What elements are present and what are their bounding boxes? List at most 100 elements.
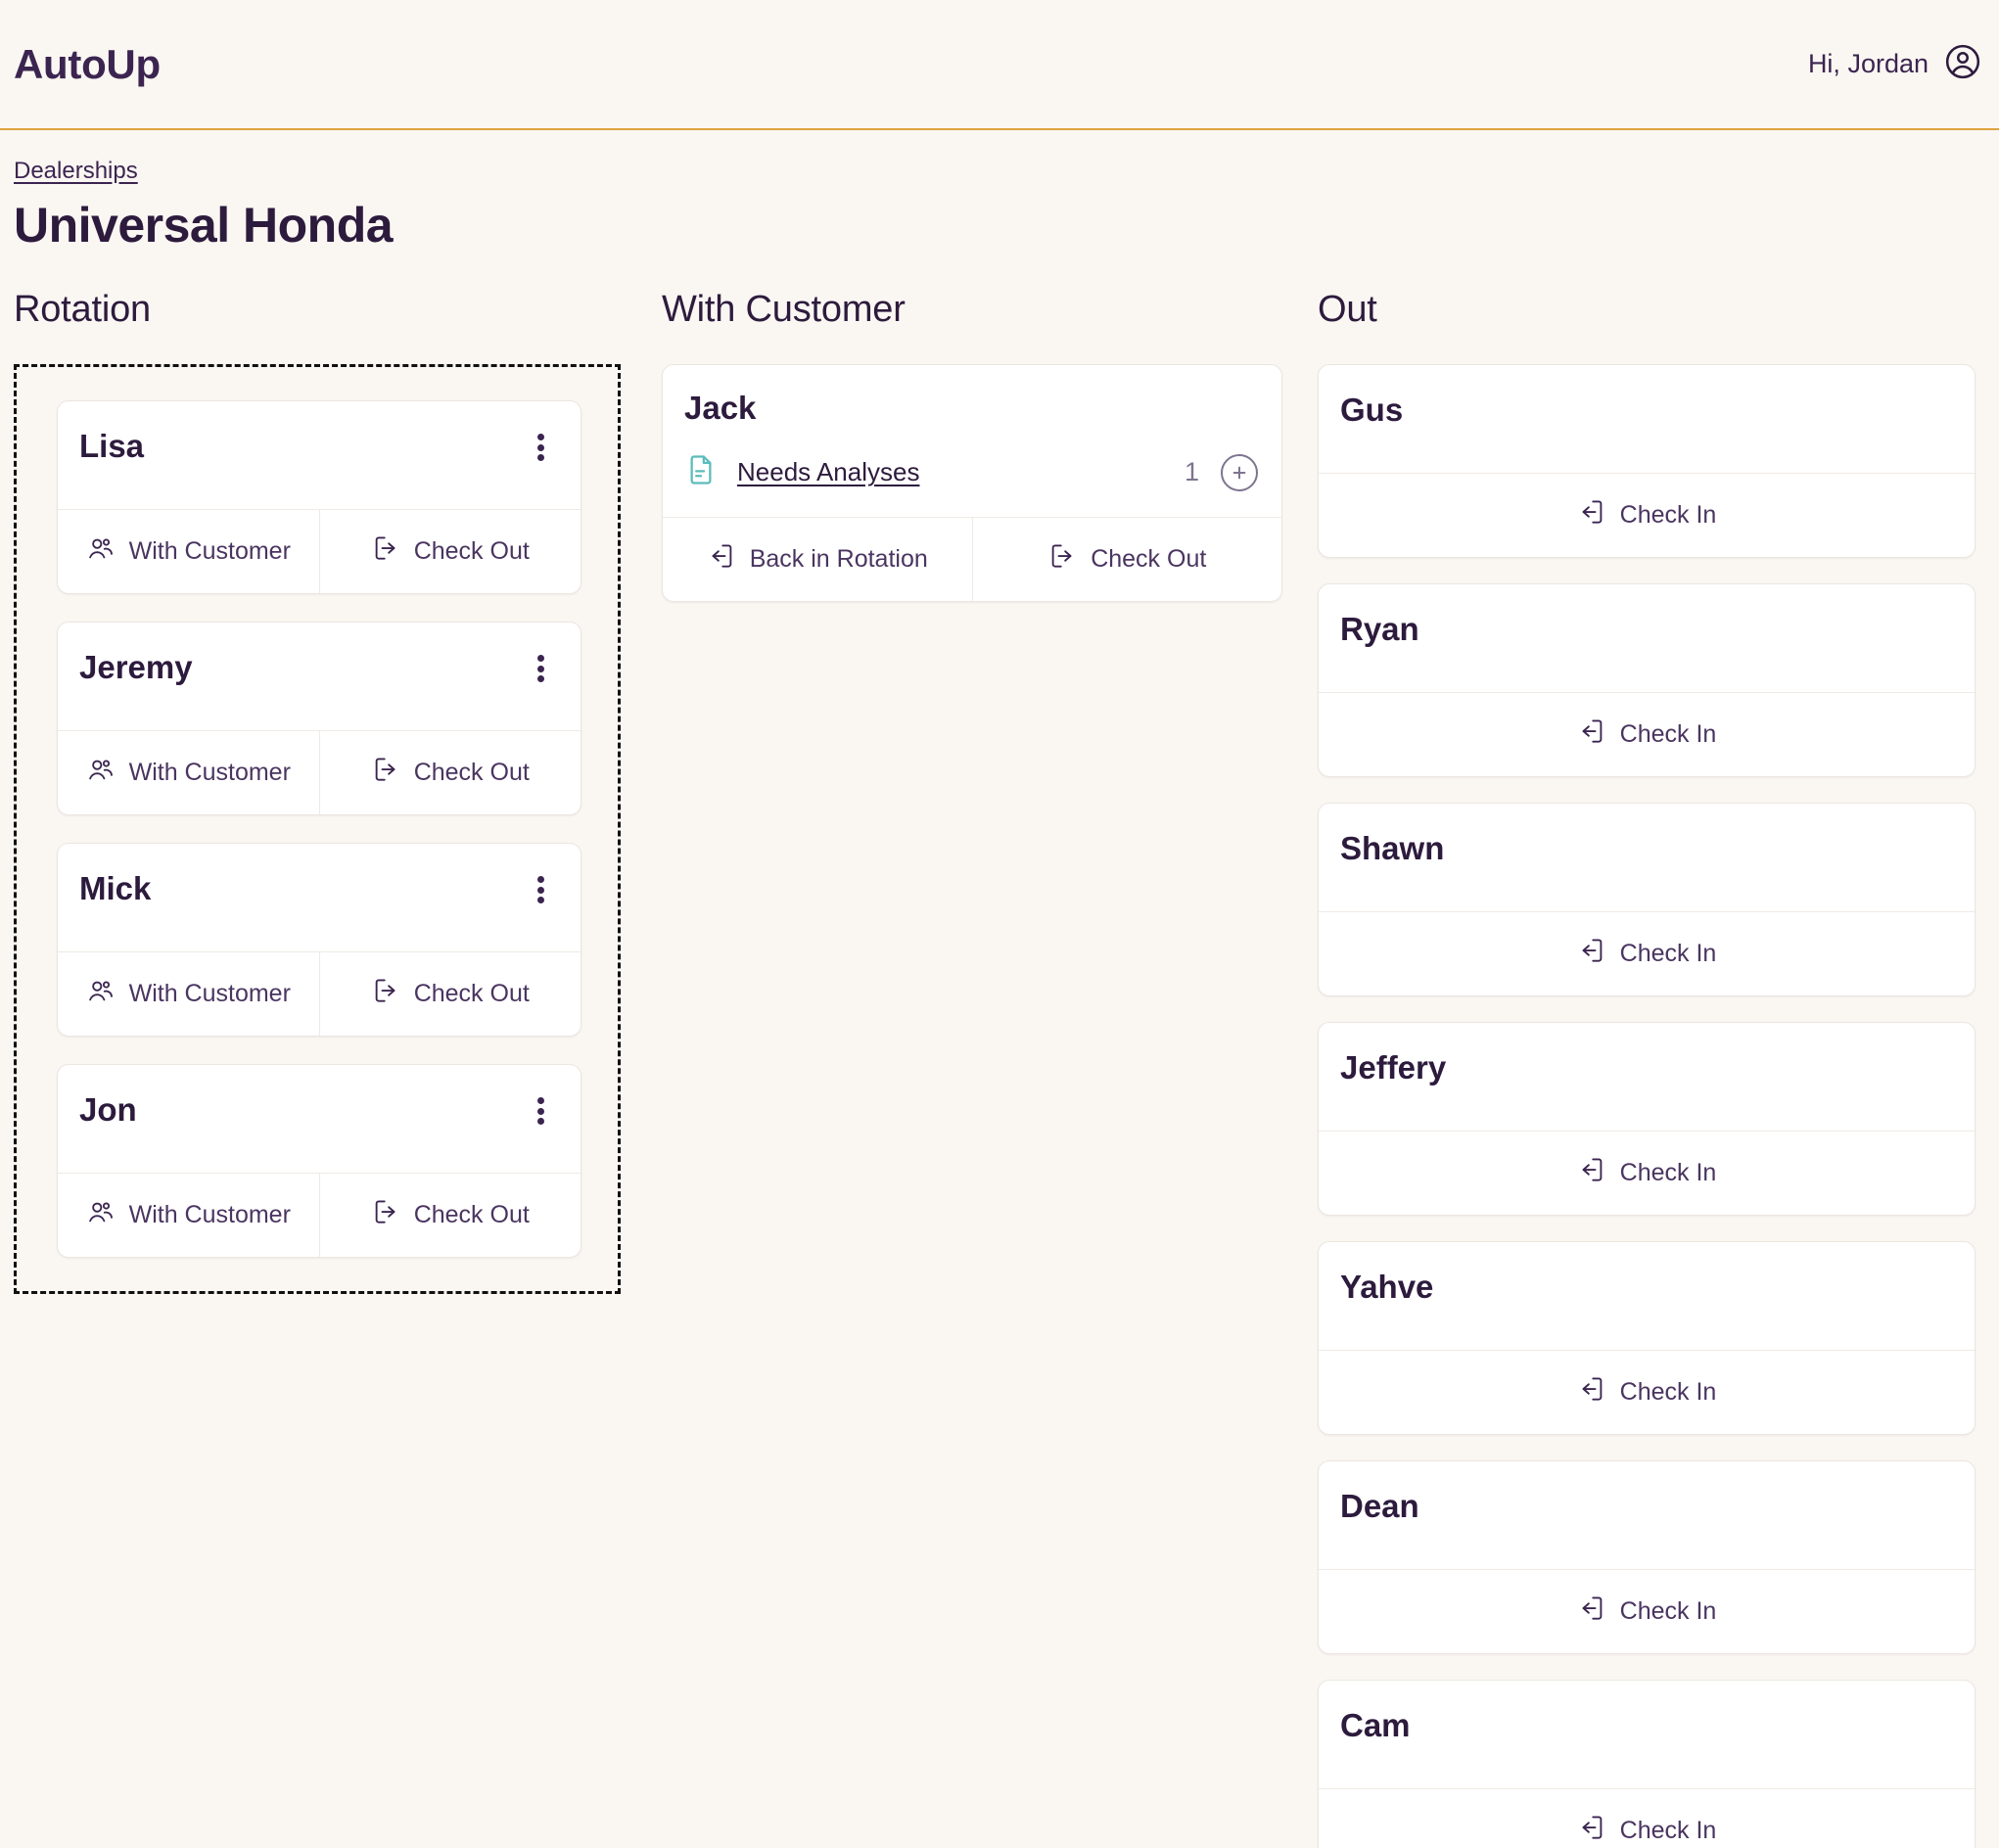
check-out-button[interactable]: Check Out (318, 510, 581, 593)
kebab-menu-icon[interactable] (526, 429, 555, 466)
card-actions: With Customer Check Out (58, 951, 581, 1036)
card-body: Cam (1319, 1681, 1975, 1788)
card-body: Jeffery (1319, 1023, 1975, 1131)
column-title-rotation: Rotation (14, 289, 151, 330)
card-body: Lisa (58, 401, 581, 509)
user-menu[interactable]: Hi, Jordan (1808, 43, 1981, 85)
check-in-button[interactable]: Check In (1319, 693, 1975, 776)
check-in-button[interactable]: Check In (1319, 1351, 1975, 1434)
check-out-label: Check Out (413, 980, 530, 1007)
person-name: Mick (79, 870, 152, 906)
plus-circle-icon[interactable] (1221, 453, 1258, 491)
enter-left-icon (1577, 1594, 1606, 1630)
check-out-label: Check Out (1091, 545, 1207, 574)
check-out-label: Check Out (413, 537, 530, 565)
card-actions: Check In (1319, 1131, 1975, 1215)
card-body: Shawn (1319, 804, 1975, 911)
page-header: Dealerships Universal Honda (0, 130, 1999, 254)
kebab-dot (536, 443, 544, 451)
rotation-card[interactable]: Jon With Customer Check Out (57, 1064, 581, 1258)
out-card[interactable]: Gus Check In (1318, 364, 1976, 558)
kebab-dot (536, 1097, 544, 1104)
person-name: Jack (684, 390, 757, 426)
with-customer-label: With Customer (128, 759, 291, 786)
person-name: Shawn (1340, 830, 1445, 866)
enter-left-icon (1577, 1374, 1606, 1410)
rotation-card[interactable]: Lisa With Customer Check Out (57, 400, 581, 594)
card-body: Yahve (1319, 1242, 1975, 1350)
check-out-button[interactable]: Check Out (318, 731, 581, 814)
with-customer-button[interactable]: With Customer (58, 952, 319, 1036)
enter-left-icon (1577, 936, 1606, 972)
with-customer-button[interactable]: With Customer (58, 731, 319, 814)
card-actions: Back in Rotation Check Out (663, 517, 1282, 602)
kebab-dot (536, 454, 544, 461)
card-header: Mick (79, 870, 555, 908)
card-body: Mick (58, 844, 581, 951)
check-in-button[interactable]: Check In (1319, 1132, 1975, 1215)
kebab-dot (536, 886, 544, 894)
card-body: Jeremy (58, 623, 581, 730)
check-out-button[interactable]: Check Out (318, 952, 581, 1036)
user-circle-icon[interactable] (1944, 43, 1981, 85)
kebab-dot (536, 897, 544, 903)
app-brand-logo[interactable]: AutoUp (14, 41, 161, 88)
out-card[interactable]: Ryan Check In (1318, 583, 1976, 777)
card-actions: Check In (1319, 1788, 1975, 1848)
people-icon (86, 533, 116, 570)
check-in-label: Check In (1619, 720, 1717, 748)
enter-left-icon (1577, 716, 1606, 753)
out-card[interactable]: Dean Check In (1318, 1460, 1976, 1654)
with-customer-card[interactable]: Jack Needs Analyses 1 Back in Rotation C… (662, 364, 1282, 603)
kebab-dot (536, 876, 544, 883)
person-name: Yahve (1340, 1269, 1434, 1305)
check-in-button[interactable]: Check In (1319, 474, 1975, 557)
check-in-button[interactable]: Check In (1319, 1570, 1975, 1653)
rotation-dropzone[interactable]: Lisa With Customer Check Out Jeremy With… (14, 364, 621, 1294)
out-card[interactable]: Shawn Check In (1318, 803, 1976, 996)
card-actions: Check In (1319, 692, 1975, 776)
card-actions: Check In (1319, 473, 1975, 557)
exit-right-icon (371, 533, 400, 570)
exit-right-icon (371, 976, 400, 1012)
check-out-button[interactable]: Check Out (971, 518, 1282, 602)
breadcrumb-dealerships[interactable]: Dealerships (14, 158, 138, 185)
exit-right-icon (371, 755, 400, 791)
enter-left-icon (1577, 1155, 1606, 1191)
rotation-card[interactable]: Mick With Customer Check Out (57, 843, 581, 1037)
document-icon (684, 453, 718, 491)
check-in-label: Check In (1619, 1159, 1717, 1186)
kebab-menu-icon[interactable] (526, 871, 555, 908)
column-title-with-customer: With Customer (662, 289, 906, 330)
kebab-dot (536, 675, 544, 682)
card-body: Dean (1319, 1461, 1975, 1569)
check-out-label: Check Out (413, 759, 530, 786)
kebab-dot (536, 655, 544, 662)
rotation-card[interactable]: Jeremy With Customer Check Out (57, 622, 581, 815)
card-header: Jon (79, 1091, 555, 1130)
check-in-label: Check In (1619, 1378, 1717, 1406)
check-in-label: Check In (1619, 1817, 1717, 1844)
with-customer-button[interactable]: With Customer (58, 510, 319, 593)
card-actions: With Customer Check Out (58, 730, 581, 814)
check-in-button[interactable]: Check In (1319, 912, 1975, 995)
kebab-menu-icon[interactable] (526, 1092, 555, 1130)
out-card[interactable]: Cam Check In (1318, 1680, 1976, 1848)
out-card[interactable]: Jeffery Check In (1318, 1022, 1976, 1216)
person-name: Lisa (79, 428, 145, 464)
kebab-menu-icon[interactable] (526, 650, 555, 687)
exit-right-icon (371, 1197, 400, 1233)
check-in-label: Check In (1619, 940, 1717, 967)
person-name: Dean (1340, 1488, 1419, 1524)
back-in-rotation-button[interactable]: Back in Rotation (663, 518, 972, 601)
people-icon (86, 1197, 116, 1233)
card-body: Gus (1319, 365, 1975, 473)
check-in-button[interactable]: Check In (1319, 1789, 1975, 1848)
needs-analyses-link[interactable]: Needs Analyses (737, 457, 919, 487)
person-name: Ryan (1340, 611, 1419, 647)
check-out-button[interactable]: Check Out (318, 1174, 581, 1257)
out-card[interactable]: Yahve Check In (1318, 1241, 1976, 1435)
person-name: Cam (1340, 1707, 1411, 1743)
column-out: Out Gus Check In Ryan Check In Shawn Che… (1318, 289, 1999, 1848)
with-customer-button[interactable]: With Customer (58, 1174, 319, 1257)
